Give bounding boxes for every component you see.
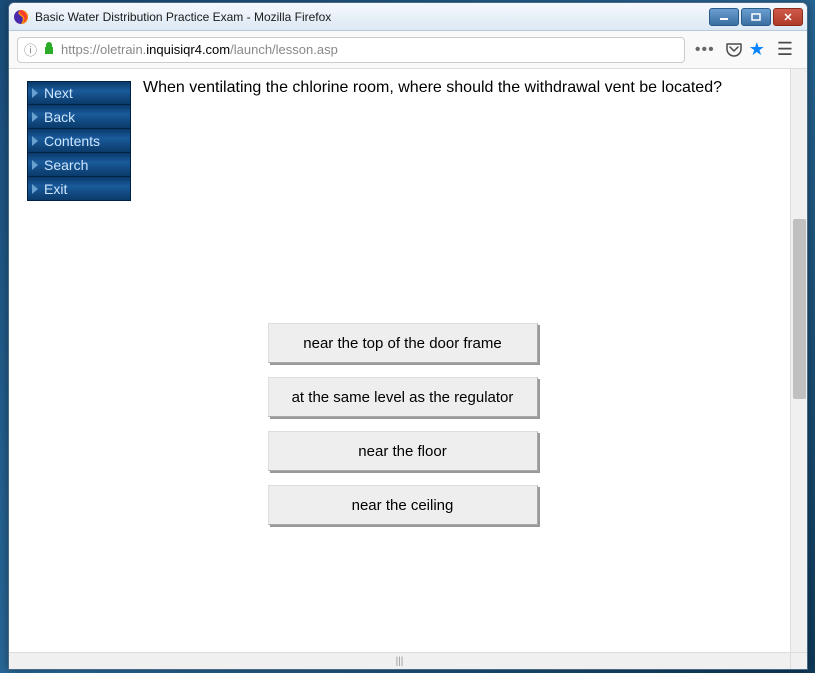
arrow-right-icon — [32, 136, 38, 146]
answer-option[interactable]: at the same level as the regulator — [268, 377, 538, 417]
page-actions-icon[interactable]: ••• — [695, 41, 715, 59]
bookmark-star-icon[interactable]: ★ — [749, 39, 765, 60]
horizontal-scrollbar[interactable]: ||| — [9, 652, 790, 669]
browser-toolbar: ⓘ https://oletrain.inquisiqr4.com/launch… — [9, 31, 807, 69]
maximize-button[interactable] — [741, 8, 771, 26]
nav-label: Contents — [44, 133, 100, 149]
nav-next-button[interactable]: Next — [27, 81, 131, 105]
url-text: https://oletrain.inquisiqr4.com/launch/l… — [61, 42, 338, 57]
answer-option[interactable]: near the ceiling — [268, 485, 538, 525]
titlebar: Basic Water Distribution Practice Exam -… — [9, 3, 807, 31]
scrollbar-grip-icon: ||| — [396, 656, 404, 667]
minimize-button[interactable] — [709, 8, 739, 26]
nav-label: Next — [44, 85, 73, 101]
sidebar-nav: Next Back Contents Search — [27, 81, 131, 201]
scroll-corner — [790, 652, 807, 669]
question-text: When ventilating the chlorine room, wher… — [143, 79, 772, 97]
nav-contents-button[interactable]: Contents — [27, 129, 131, 153]
nav-label: Exit — [44, 181, 67, 197]
nav-back-button[interactable]: Back — [27, 105, 131, 129]
hamburger-menu-icon[interactable]: ☰ — [771, 39, 799, 60]
scrollbar-thumb[interactable] — [793, 219, 806, 399]
close-button[interactable] — [773, 8, 803, 26]
arrow-right-icon — [32, 184, 38, 194]
arrow-right-icon — [32, 112, 38, 122]
viewport: Next Back Contents Search — [9, 69, 790, 652]
arrow-right-icon — [32, 160, 38, 170]
answer-option[interactable]: near the top of the door frame — [268, 323, 538, 363]
browser-window: Basic Water Distribution Practice Exam -… — [8, 2, 808, 670]
info-icon[interactable]: ⓘ — [24, 40, 37, 59]
pocket-icon[interactable] — [725, 42, 743, 58]
lesson-page: Next Back Contents Search — [9, 69, 790, 537]
firefox-icon — [13, 9, 29, 25]
answer-option[interactable]: near the floor — [268, 431, 538, 471]
nav-label: Search — [44, 157, 88, 173]
nav-search-button[interactable]: Search — [27, 153, 131, 177]
question-area: When ventilating the chlorine room, wher… — [143, 81, 772, 525]
answer-list: near the top of the door frame at the sa… — [33, 323, 772, 525]
vertical-scrollbar[interactable] — [790, 69, 807, 652]
nav-label: Back — [44, 109, 75, 125]
window-controls — [709, 8, 803, 26]
url-bar[interactable]: ⓘ https://oletrain.inquisiqr4.com/launch… — [17, 37, 685, 63]
arrow-right-icon — [32, 88, 38, 98]
nav-exit-button[interactable]: Exit — [27, 177, 131, 201]
lock-icon — [43, 41, 55, 58]
window-title: Basic Water Distribution Practice Exam -… — [35, 10, 709, 24]
content-area: Next Back Contents Search — [9, 69, 807, 669]
